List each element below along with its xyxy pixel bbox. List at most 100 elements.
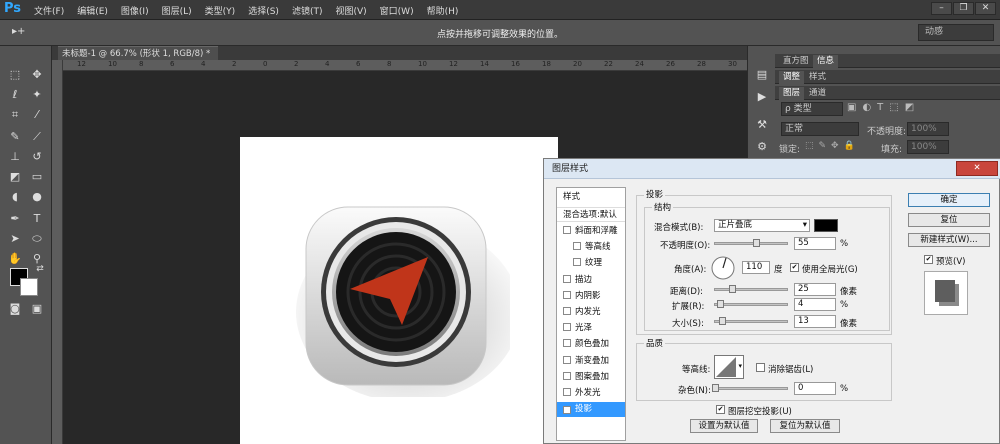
style-item-checkbox[interactable] bbox=[563, 339, 571, 348]
style-item[interactable]: 图案叠加 bbox=[557, 370, 625, 385]
magic-wand-icon[interactable]: ✦ bbox=[27, 86, 47, 104]
reset-button[interactable]: 复位 bbox=[908, 213, 990, 227]
blend-options-item[interactable]: 混合选项:默认 bbox=[557, 207, 625, 222]
layer-filter-select[interactable]: ρ 类型 bbox=[781, 102, 843, 116]
menu-filter[interactable]: 滤镜(T) bbox=[292, 4, 323, 17]
spread-input[interactable]: 4 bbox=[794, 298, 836, 311]
gradient-icon[interactable]: ▭ bbox=[27, 168, 47, 186]
menu-layer[interactable]: 图层(L) bbox=[162, 4, 192, 17]
blend-mode-select[interactable]: 正片叠底 ▾ bbox=[714, 219, 810, 232]
opacity-input[interactable]: 55 bbox=[794, 237, 836, 250]
move-icon[interactable]: ✥ bbox=[27, 66, 47, 84]
noise-slider-knob[interactable] bbox=[712, 384, 719, 392]
knockout-checkbox[interactable]: ✔ bbox=[716, 405, 725, 414]
size-slider-knob[interactable] bbox=[719, 317, 726, 325]
layer-opacity-input[interactable]: 100% bbox=[907, 122, 949, 136]
style-item-checkbox[interactable] bbox=[563, 226, 571, 234]
style-item-checkbox[interactable] bbox=[563, 290, 571, 299]
style-item-checkbox[interactable] bbox=[563, 274, 571, 283]
lock-icons[interactable]: ⬚✎✥🔒 bbox=[805, 141, 860, 151]
style-item[interactable]: 纹理 bbox=[557, 256, 625, 271]
global-light-checkbox[interactable]: ✔ bbox=[790, 263, 799, 272]
ok-button[interactable]: 确定 bbox=[908, 193, 990, 207]
shadow-color-swatch[interactable] bbox=[814, 219, 838, 232]
style-item-checkbox[interactable] bbox=[563, 355, 571, 364]
style-item-checkbox[interactable] bbox=[563, 307, 571, 315]
type-icon[interactable]: T bbox=[27, 210, 47, 228]
menu-file[interactable]: 文件(F) bbox=[34, 4, 64, 17]
distance-slider[interactable] bbox=[714, 285, 788, 293]
menu-type[interactable]: 类型(Y) bbox=[205, 4, 236, 17]
close-button[interactable]: ✕ bbox=[975, 2, 996, 15]
style-item[interactable]: 光泽 bbox=[557, 321, 625, 336]
size-slider[interactable] bbox=[714, 317, 788, 325]
layer-blend-select[interactable]: 正常 bbox=[781, 122, 859, 136]
background-color[interactable] bbox=[20, 278, 38, 296]
dodge-icon[interactable]: ● bbox=[27, 188, 47, 206]
document-tab[interactable]: 未标题-1 @ 66.7% (形状 1, RGB/8) * × bbox=[58, 46, 218, 73]
make-default-button[interactable]: 设置为默认值 bbox=[690, 419, 758, 433]
style-item[interactable]: 颜色叠加 bbox=[557, 337, 625, 352]
layer-filter-icons[interactable]: ▣◐T⬚◩ bbox=[847, 102, 920, 113]
tab-channels[interactable]: 通道 bbox=[805, 87, 830, 100]
reset-default-button[interactable]: 复位为默认值 bbox=[770, 419, 840, 433]
spread-slider-knob[interactable] bbox=[717, 300, 724, 308]
fill-input[interactable]: 100% bbox=[907, 140, 949, 154]
brush-icon[interactable]: ⟋ bbox=[27, 128, 47, 146]
properties-icon[interactable]: ⚙ bbox=[752, 138, 772, 156]
distance-slider-knob[interactable] bbox=[729, 285, 736, 293]
spread-slider[interactable] bbox=[714, 300, 788, 308]
eyedropper-icon[interactable]: ⁄ bbox=[27, 106, 47, 124]
menu-select[interactable]: 选择(S) bbox=[248, 4, 279, 17]
noise-input[interactable]: 0 bbox=[794, 382, 836, 395]
healing-brush-icon[interactable]: ✎ bbox=[5, 128, 25, 146]
style-item[interactable]: 外发光 bbox=[557, 386, 625, 401]
noise-slider[interactable] bbox=[712, 384, 788, 392]
menu-window[interactable]: 窗口(W) bbox=[380, 4, 414, 17]
style-item-checkbox[interactable] bbox=[573, 242, 581, 251]
opacity-slider[interactable] bbox=[714, 239, 788, 247]
antialias-checkbox[interactable] bbox=[756, 363, 765, 372]
tab-adjustments[interactable]: 调整 bbox=[779, 71, 805, 84]
tab-layers[interactable]: 图层 bbox=[779, 87, 805, 100]
path-select-icon[interactable]: ➤ bbox=[5, 230, 25, 248]
pen-icon[interactable]: ✒ bbox=[5, 210, 25, 228]
preview-checkbox[interactable]: ✔ bbox=[924, 255, 933, 264]
hand-icon[interactable]: ✋ bbox=[5, 250, 25, 268]
style-item[interactable]: 描边 bbox=[557, 273, 625, 288]
style-item-checkbox[interactable] bbox=[563, 371, 571, 380]
opacity-slider-knob[interactable] bbox=[753, 239, 760, 247]
crop-icon[interactable]: ⌗ bbox=[5, 106, 25, 124]
contour-picker[interactable]: ▾ bbox=[714, 355, 744, 379]
angle-dial[interactable] bbox=[710, 255, 736, 281]
style-item[interactable]: 内阴影 bbox=[557, 289, 625, 304]
style-header[interactable]: 样式 bbox=[557, 190, 625, 205]
tab-histogram[interactable]: 直方图 bbox=[779, 55, 813, 68]
restore-button[interactable]: ❐ bbox=[953, 2, 974, 15]
style-item[interactable]: 渐变叠加 bbox=[557, 354, 625, 369]
size-input[interactable]: 13 bbox=[794, 315, 836, 328]
style-item-checkbox[interactable]: ✔ bbox=[563, 406, 571, 415]
swap-colors-icon[interactable]: ⇄ bbox=[30, 260, 50, 278]
marquee-icon[interactable]: ⬚ bbox=[5, 66, 25, 84]
tab-info[interactable]: 信息 bbox=[813, 55, 839, 68]
style-item[interactable]: 等高线 bbox=[557, 240, 625, 255]
style-item-checkbox[interactable] bbox=[573, 258, 581, 267]
menu-image[interactable]: 图像(I) bbox=[121, 4, 149, 17]
dialog-close-button[interactable]: ✕ bbox=[956, 161, 998, 176]
history-panel-icon[interactable]: ▤ bbox=[752, 66, 772, 84]
blur-icon[interactable]: ◖ bbox=[5, 188, 25, 206]
workspace-select[interactable]: 动感 bbox=[918, 24, 994, 41]
actions-panel-icon[interactable]: ▶ bbox=[752, 88, 772, 106]
quick-mask-icon[interactable]: ◙ bbox=[5, 300, 25, 318]
style-item[interactable]: 内发光 bbox=[557, 305, 625, 320]
contour-dropdown-icon[interactable]: ▾ bbox=[738, 362, 742, 370]
ellipse-shape-icon[interactable]: ⬭ bbox=[27, 230, 47, 248]
distance-input[interactable]: 25 bbox=[794, 283, 836, 296]
style-item-checkbox[interactable] bbox=[563, 323, 571, 332]
style-item[interactable]: ✔ 投影 bbox=[557, 402, 625, 418]
tool-presets-icon[interactable]: ⚒ bbox=[752, 116, 772, 134]
screen-mode-icon[interactable]: ▣ bbox=[27, 300, 47, 318]
tab-styles[interactable]: 样式 bbox=[805, 71, 830, 84]
document-canvas[interactable] bbox=[240, 137, 558, 444]
